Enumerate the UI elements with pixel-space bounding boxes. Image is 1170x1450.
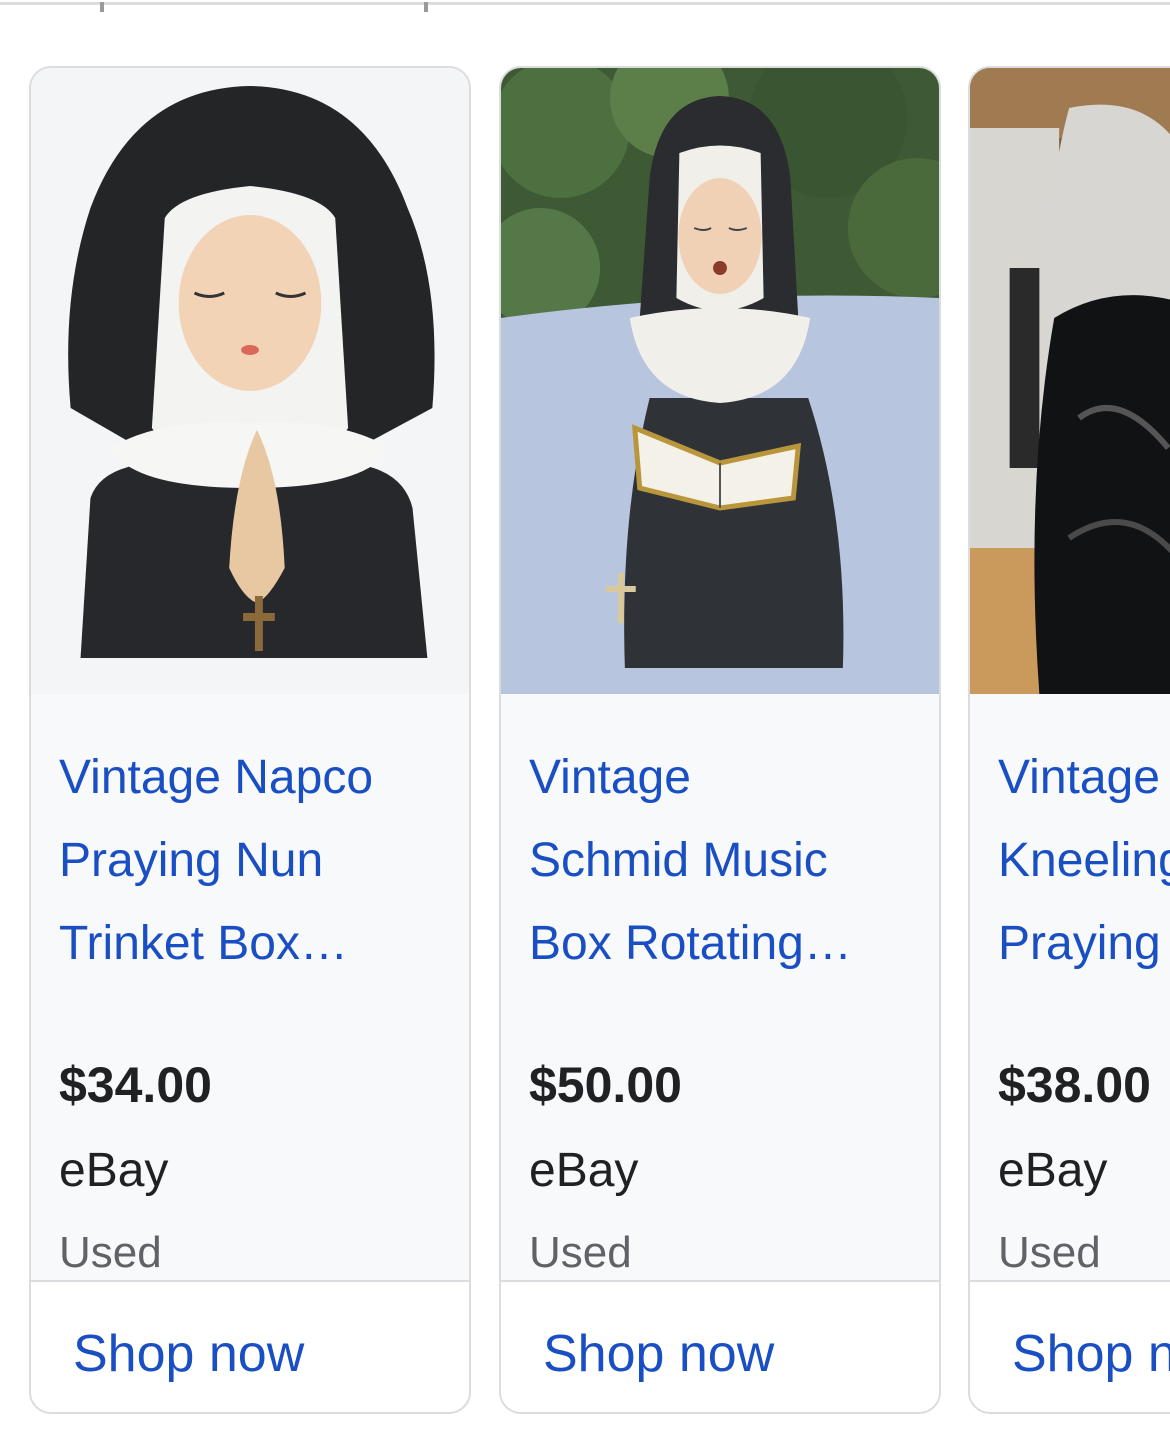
praying-nun-figurine-image xyxy=(31,68,469,694)
kneeling-nun-figurine-image xyxy=(970,68,1170,694)
product-title-line[interactable]: Vintage xyxy=(998,736,1170,819)
singing-nun-figurine-image xyxy=(501,68,939,694)
product-title-line[interactable]: Schmid Music xyxy=(529,819,909,902)
product-condition: Used xyxy=(529,1228,632,1277)
product-price: $34.00 xyxy=(59,1057,212,1113)
product-image[interactable] xyxy=(501,68,939,694)
product-price: $38.00 xyxy=(998,1057,1151,1113)
product-card[interactable]: Vintage Schmid Music Box Rotating… $50.0… xyxy=(499,66,941,1414)
product-title-line[interactable]: Trinket Box… xyxy=(59,902,439,985)
product-condition: Used xyxy=(59,1228,162,1277)
product-title-line[interactable]: Box Rotating… xyxy=(529,902,909,985)
product-title-line[interactable]: Kneeling xyxy=(998,819,1170,902)
product-seller: eBay xyxy=(998,1144,1108,1197)
product-seller: eBay xyxy=(529,1144,639,1197)
shop-now-button[interactable]: Shop now xyxy=(501,1282,939,1412)
product-price: $50.00 xyxy=(529,1057,682,1113)
shop-now-label: Shop now xyxy=(73,1325,305,1383)
shop-now-button[interactable]: Shop now xyxy=(31,1282,469,1412)
product-title-line[interactable]: Vintage xyxy=(529,736,909,819)
product-carousel[interactable]: Vintage Napco Praying Nun Trinket Box… $… xyxy=(0,0,1170,1450)
product-image[interactable] xyxy=(970,68,1170,694)
shop-now-label: Shop now xyxy=(1012,1325,1170,1383)
product-title-line[interactable]: Praying Nun xyxy=(59,819,439,902)
shop-now-button[interactable]: Shop now xyxy=(970,1282,1170,1412)
product-title[interactable]: Vintage Kneeling Praying xyxy=(998,736,1170,985)
product-title[interactable]: Vintage Napco Praying Nun Trinket Box… xyxy=(59,736,439,985)
product-seller: eBay xyxy=(59,1144,169,1197)
product-card[interactable]: Vintage Napco Praying Nun Trinket Box… $… xyxy=(29,66,471,1414)
product-condition: Used xyxy=(998,1228,1101,1277)
product-title[interactable]: Vintage Schmid Music Box Rotating… xyxy=(529,736,909,985)
product-title-line[interactable]: Vintage Napco xyxy=(59,736,439,819)
shop-now-label: Shop now xyxy=(543,1325,775,1383)
product-title-line[interactable]: Praying xyxy=(998,902,1170,985)
product-image[interactable] xyxy=(31,68,469,694)
product-card[interactable]: Vintage Kneeling Praying $38.00 eBay Use… xyxy=(968,66,1170,1414)
